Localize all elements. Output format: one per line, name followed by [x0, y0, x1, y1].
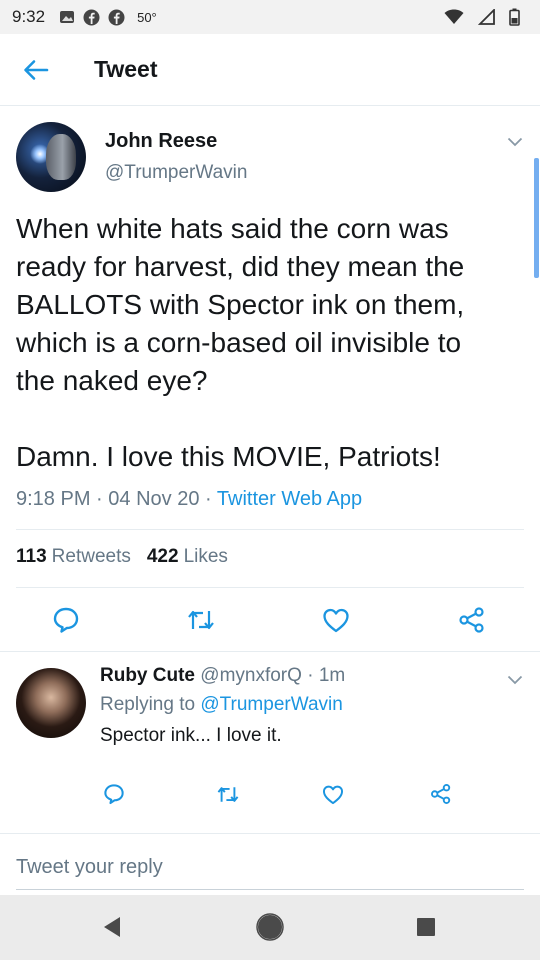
- facebook-icon: [108, 9, 125, 26]
- retweets-label[interactable]: Retweets: [52, 546, 131, 568]
- retweet-button[interactable]: [181, 600, 221, 640]
- chevron-down-icon[interactable]: [507, 672, 523, 690]
- avatar-face: [46, 134, 76, 180]
- tweet-stats: 113 Retweets 422 Likes: [16, 546, 228, 568]
- avatar[interactable]: [16, 668, 86, 738]
- nav-recents-button[interactable]: [406, 907, 446, 947]
- author-handle[interactable]: @TrumperWavin: [105, 162, 247, 184]
- home-circle-icon: [256, 913, 284, 941]
- back-button[interactable]: [0, 34, 72, 106]
- reply-input-underline: [16, 889, 524, 890]
- share-button[interactable]: [421, 774, 461, 814]
- app-bar: Tweet: [0, 34, 540, 106]
- page-title: Tweet: [94, 56, 158, 82]
- meta-separator: ·: [307, 665, 314, 686]
- tweet-date: 04 Nov 20: [108, 488, 200, 510]
- gallery-icon: [59, 10, 75, 24]
- replying-to: Replying to @TrumperWavin: [100, 694, 343, 716]
- reply-text: Spector ink... I love it.: [100, 725, 282, 746]
- avatar[interactable]: [16, 122, 86, 192]
- tweet-time: 9:18 PM: [16, 488, 91, 510]
- reply-author-handle[interactable]: @mynxforQ: [200, 665, 302, 686]
- like-icon: [323, 608, 349, 633]
- signal-icon: [478, 9, 495, 25]
- battery-icon: [509, 8, 520, 26]
- like-button[interactable]: [313, 774, 353, 814]
- likes-label[interactable]: Likes: [184, 546, 228, 568]
- retweets-count[interactable]: 113: [16, 546, 47, 568]
- scrollbar[interactable]: [534, 158, 539, 278]
- reply-button[interactable]: [46, 600, 86, 640]
- tweet-text: When white hats said the corn was ready …: [16, 213, 465, 472]
- meta-separator: ·: [205, 488, 212, 510]
- nav-back-button[interactable]: [92, 907, 132, 947]
- tweet-source-link[interactable]: Twitter Web App: [217, 488, 362, 510]
- arrow-left-icon: [24, 59, 49, 80]
- share-button[interactable]: [452, 600, 492, 640]
- reply-icon: [104, 784, 124, 805]
- reply-icon: [53, 607, 79, 633]
- likes-count[interactable]: 422: [147, 546, 179, 568]
- share-icon: [431, 784, 451, 804]
- tweet-meta: 9:18 PM · 04 Nov 20 · Twitter Web App: [16, 488, 362, 511]
- navigation-bar: [0, 895, 540, 960]
- retweet-icon: [217, 786, 239, 802]
- back-triangle-icon: [104, 917, 120, 937]
- chevron-down-icon[interactable]: [507, 134, 523, 152]
- author-name[interactable]: John Reese: [105, 130, 217, 153]
- reply-composer[interactable]: Tweet your reply: [0, 833, 540, 895]
- status-temperature: 50°: [137, 9, 157, 25]
- status-bar: 9:32 50°: [0, 0, 540, 34]
- replying-to-handle[interactable]: @TrumperWavin: [200, 694, 342, 715]
- like-icon: [322, 785, 344, 804]
- meta-separator: ·: [96, 488, 103, 510]
- reply-input[interactable]: Tweet your reply: [16, 856, 163, 879]
- facebook-icon: [83, 9, 100, 26]
- nav-home-button[interactable]: [250, 907, 290, 947]
- reply-age: 1m: [318, 665, 346, 686]
- divider: [0, 651, 540, 652]
- recents-square-icon: [417, 918, 435, 936]
- retweet-icon: [188, 610, 214, 630]
- divider: [16, 587, 524, 588]
- replying-to-prefix: Replying to: [100, 694, 196, 715]
- retweet-button[interactable]: [208, 774, 248, 814]
- reply-author-line: Ruby Cute @mynxforQ · 1m: [100, 665, 345, 687]
- reply-button[interactable]: [94, 774, 134, 814]
- like-button[interactable]: [316, 600, 356, 640]
- share-icon: [459, 607, 484, 633]
- divider: [16, 529, 524, 530]
- wifi-icon: [444, 9, 464, 25]
- reply-author-name[interactable]: Ruby Cute: [100, 665, 195, 686]
- status-time: 9:32: [12, 7, 46, 26]
